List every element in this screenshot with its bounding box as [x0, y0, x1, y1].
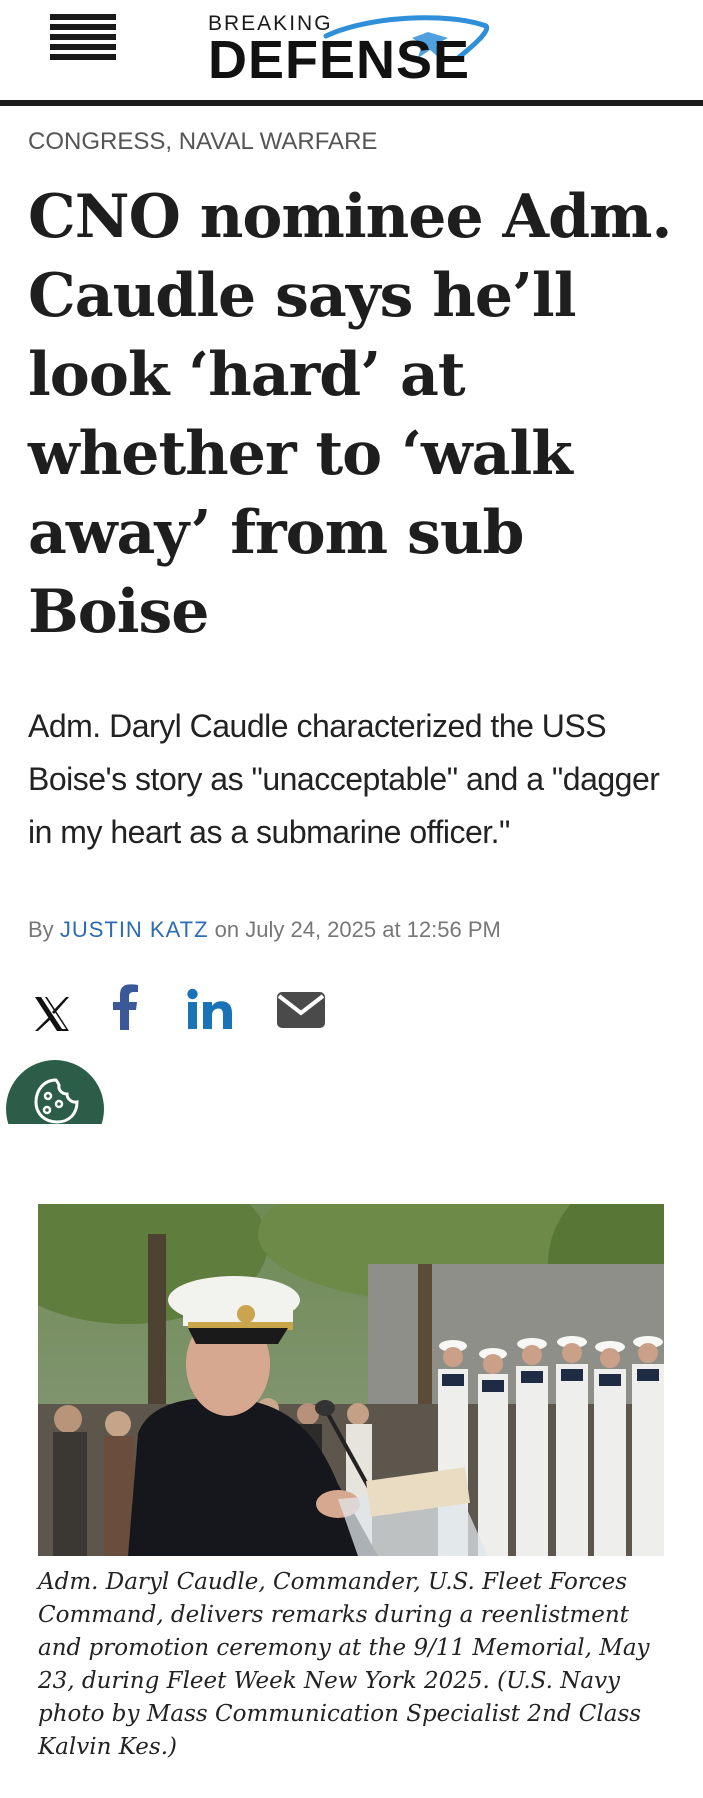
- article-dek: Adm. Daryl Caudle characterized the USS …: [28, 708, 660, 850]
- category-link-naval-warfare[interactable]: NAVAL WARFARE: [179, 128, 378, 155]
- photo-caption: Adm. Daryl Caudle, Commander, U.S. Fleet…: [38, 1569, 650, 1760]
- article-photo: [38, 1204, 664, 1556]
- category-list: CONGRESS, NAVAL WARFARE: [28, 128, 377, 156]
- article-headline: CNO nominee Adm. Caudle says he’ll look …: [28, 182, 672, 647]
- publish-date: on July 24, 2025 at 12:56 PM: [214, 917, 501, 942]
- site-header: BREAKING DEFENSE: [0, 0, 703, 100]
- email-icon[interactable]: [276, 990, 326, 1030]
- category-link-congress[interactable]: CONGRESS: [28, 128, 165, 155]
- cookie-settings-button[interactable]: [6, 1060, 104, 1124]
- facebook-icon[interactable]: [110, 984, 140, 1030]
- ceremony-photo-illustration: [38, 1204, 664, 1556]
- hamburger-menu-icon[interactable]: [50, 14, 116, 62]
- site-logo[interactable]: BREAKING DEFENSE: [208, 10, 498, 90]
- category-separator: ,: [165, 128, 173, 155]
- x-icon[interactable]: [32, 994, 72, 1034]
- linkedin-icon[interactable]: [186, 988, 234, 1030]
- author-link[interactable]: JUSTIN KATZ: [60, 917, 209, 942]
- byline: By JUSTIN KATZ on July 24, 2025 at 12:56…: [28, 917, 501, 943]
- byline-prefix: By: [28, 917, 54, 942]
- header-divider: [0, 100, 703, 106]
- cookie-icon: [34, 1078, 79, 1124]
- logo-defense: DEFENSE: [208, 30, 471, 90]
